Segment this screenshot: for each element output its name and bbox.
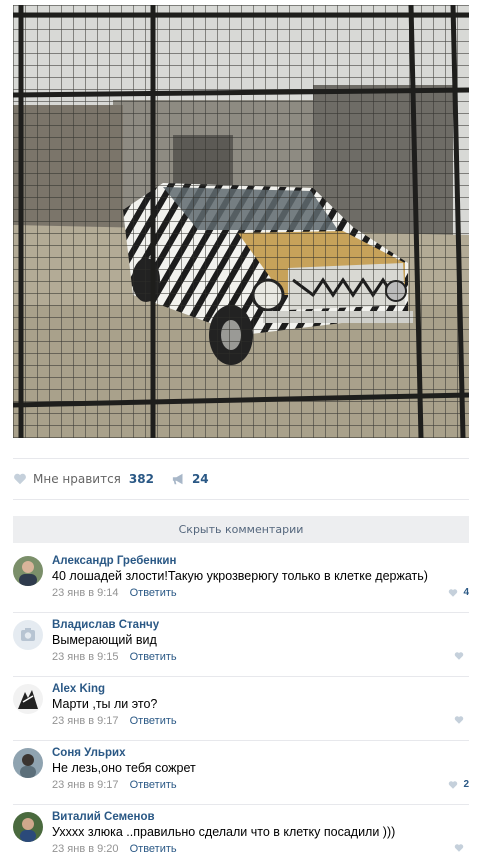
comment-item: Виталий Семенов Ухххх злюка ..правильно … [13, 805, 469, 867]
comment-date[interactable]: 23 янв в 9:14 [52, 587, 119, 599]
comment-text: Вымерающий вид [52, 633, 157, 647]
comment-like-count: 4 [463, 587, 469, 598]
comment-like-button[interactable] [454, 715, 469, 725]
comment-like-button[interactable]: 4 [448, 587, 469, 598]
comment-date[interactable]: 23 янв в 9:20 [52, 843, 119, 855]
share-button[interactable]: 24 [172, 472, 209, 486]
comment-like-button[interactable] [454, 843, 469, 853]
comment-author[interactable]: Соня Ульрих [52, 747, 125, 759]
comment-date[interactable]: 23 янв в 9:15 [52, 651, 119, 663]
comment-item: Владислав Станчу Вымерающий вид 23 янв в… [13, 613, 469, 677]
heart-icon [454, 843, 464, 853]
megaphone-icon [172, 472, 186, 486]
heart-icon [454, 651, 464, 661]
comment-date[interactable]: 23 янв в 9:17 [52, 779, 119, 791]
heart-icon [13, 472, 27, 486]
reply-button[interactable]: Ответить [130, 715, 177, 727]
like-count: 382 [128, 472, 154, 486]
zebra-car-cage-image [13, 5, 469, 438]
heart-icon [448, 588, 458, 598]
comment-text: Ухххх злюка ..правильно сделали что в кл… [52, 825, 396, 839]
comment-author[interactable]: Alex King [52, 683, 105, 695]
reply-button[interactable]: Ответить [130, 779, 177, 791]
like-label: Мне нравится [33, 472, 121, 486]
like-button[interactable]: Мне нравится 382 [13, 472, 154, 486]
reply-button[interactable]: Ответить [130, 843, 177, 855]
heart-icon [454, 715, 464, 725]
comment-item: Соня Ульрих Не лезь,оно тебя сожрет 23 я… [13, 741, 469, 805]
post-actions: Мне нравится 382 24 [13, 458, 469, 500]
reply-button[interactable]: Ответить [130, 587, 177, 599]
heart-icon [448, 780, 458, 790]
avatar[interactable] [13, 556, 43, 586]
hide-comments-button[interactable]: Скрыть комментарии [13, 516, 469, 543]
comment-like-button[interactable] [454, 651, 469, 661]
avatar[interactable] [13, 684, 43, 714]
avatar[interactable] [13, 620, 43, 650]
avatar[interactable] [13, 748, 43, 778]
avatar[interactable] [13, 812, 43, 842]
comment-item: Александр Гребенкин 40 лошадей злости!Та… [13, 549, 469, 613]
share-count: 24 [191, 472, 209, 486]
comment-text: Не лезь,оно тебя сожрет [52, 761, 196, 775]
comment-author[interactable]: Владислав Станчу [52, 619, 159, 631]
comment-text: 40 лошадей злости!Такую укрозверюгу толь… [52, 569, 428, 583]
comment-author[interactable]: Александр Гребенкин [52, 555, 176, 567]
comment-like-button[interactable]: 2 [448, 779, 469, 790]
comment-date[interactable]: 23 янв в 9:17 [52, 715, 119, 727]
comments-list: Александр Гребенкин 40 лошадей злости!Та… [13, 549, 469, 867]
reply-button[interactable]: Ответить [130, 651, 177, 663]
comment-author[interactable]: Виталий Семенов [52, 811, 155, 823]
comment-item: Alex King Марти ,ты ли это? 23 янв в 9:1… [13, 677, 469, 741]
post-photo[interactable] [13, 5, 469, 438]
comment-like-count: 2 [463, 779, 469, 790]
comment-text: Марти ,ты ли это? [52, 697, 158, 711]
